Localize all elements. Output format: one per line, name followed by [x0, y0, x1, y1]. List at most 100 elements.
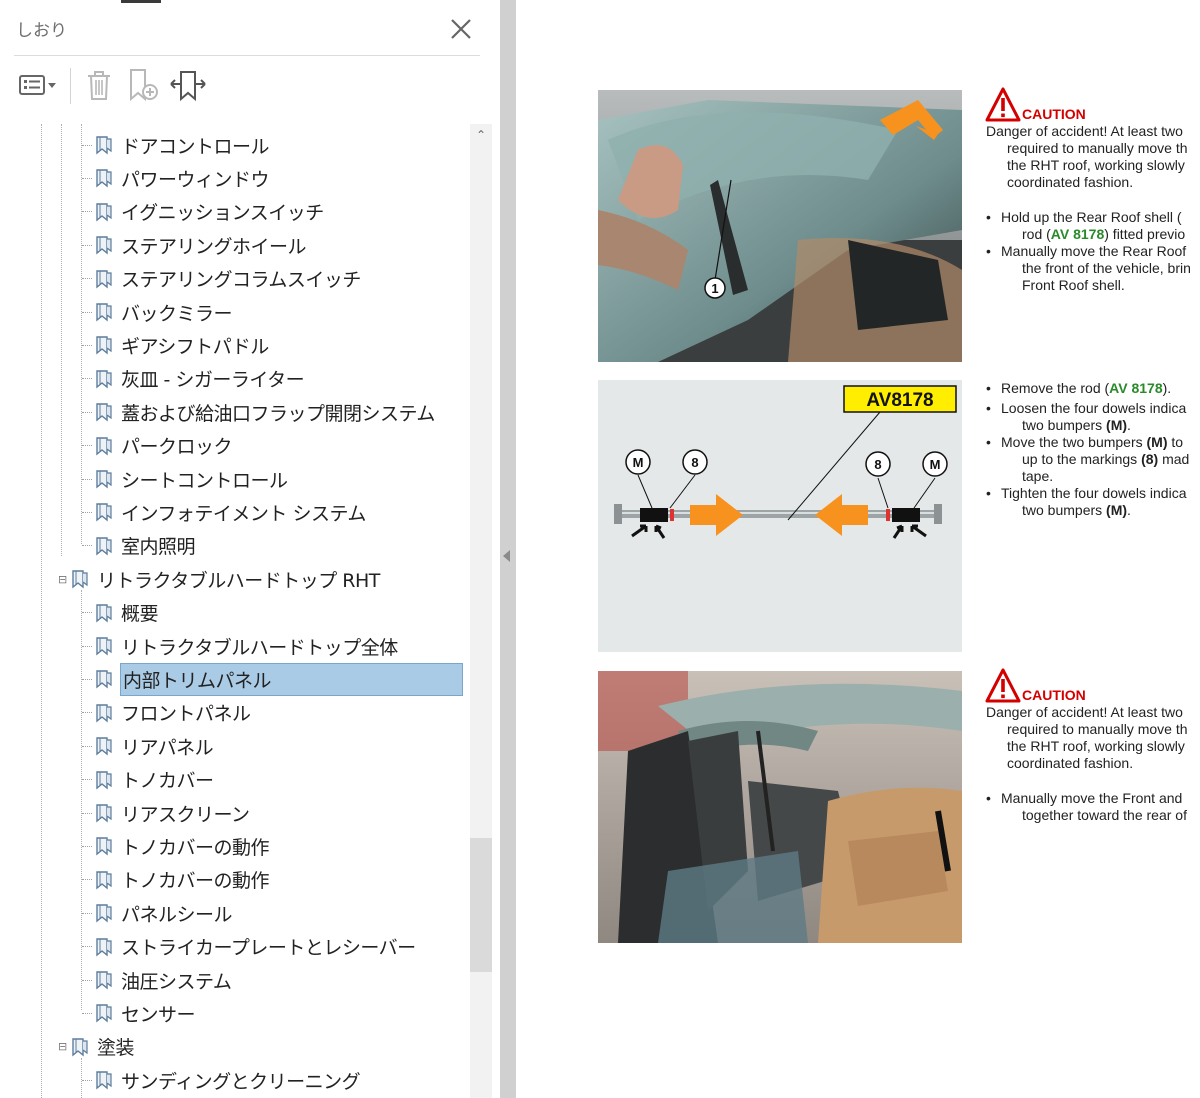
bookmark-label: ストライカープレートとレシーバー: [121, 937, 416, 960]
bookmark-item[interactable]: 蓋および給油口フラップ開閉システム: [82, 397, 462, 427]
tree-connector: [82, 879, 92, 881]
caution-text-line: coordinated fashion.: [1007, 755, 1134, 771]
delete-bookmark-button[interactable]: [82, 66, 116, 104]
photo-marker-m-right: M: [930, 457, 941, 472]
bookmark-item[interactable]: ギアシフトパドル: [82, 330, 462, 360]
bookmark-item[interactable]: リアパネル: [82, 731, 462, 761]
new-bookmark-button[interactable]: [126, 66, 162, 104]
tree-connector: [82, 411, 92, 413]
bookmark-label: リトラクタブルハードトップ全体: [121, 636, 398, 659]
options-menu-button[interactable]: [14, 66, 60, 104]
tree-connector: [82, 211, 92, 213]
tree-connector: [82, 144, 92, 146]
bookmark-label: センサー: [121, 1003, 196, 1026]
bookmark-item[interactable]: リアスクリーン: [82, 798, 462, 828]
bookmark-item[interactable]: ⊟ 塗装: [58, 1032, 438, 1062]
bookmark-item[interactable]: ステアリングコラムスイッチ: [82, 264, 462, 294]
bookmark-item[interactable]: バックミラー: [82, 297, 462, 327]
caution-text-line: required to manually move th: [1007, 721, 1188, 737]
bookmark-item[interactable]: 灰皿 - シガーライター: [82, 364, 462, 394]
collapse-toggle-icon[interactable]: ⊟: [58, 573, 68, 586]
tree-connector: [82, 912, 92, 914]
tree-connector: [82, 311, 92, 313]
panel-tab-indicator: [121, 0, 161, 3]
caution-label: CAUTION: [1022, 106, 1086, 122]
bookmark-item[interactable]: トノカバーの動作: [82, 831, 462, 861]
bookmark-item[interactable]: 油圧システム: [82, 965, 462, 995]
collapse-panel-icon[interactable]: [503, 550, 510, 562]
tree-connector: [82, 612, 92, 614]
bookmark-icon: [70, 569, 90, 589]
bookmark-item[interactable]: 内部トリムパネル: [82, 662, 463, 696]
bookmark-item[interactable]: パークロック: [82, 431, 462, 461]
bookmark-item[interactable]: イグニッションスイッチ: [82, 197, 462, 227]
bookmark-item[interactable]: ⊟ リトラクタブルハードトップ RHT: [58, 564, 438, 594]
bookmark-label: シートコントロール: [121, 469, 288, 492]
expand-bookmark-icon: [170, 71, 206, 102]
tree-guide-line: [41, 124, 42, 1098]
trash-icon: [88, 71, 110, 100]
bookmark-item[interactable]: ストライカープレートとレシーバー: [82, 932, 462, 962]
bookmark-item[interactable]: センサー: [82, 998, 462, 1028]
bookmark-label: パワーウィンドウ: [121, 168, 270, 191]
bookmark-item[interactable]: フロントパネル: [82, 698, 462, 728]
bookmark-label: ステアリングホイール: [121, 235, 307, 258]
bookmark-icon: [94, 436, 114, 456]
bookmark-item[interactable]: 概要: [82, 598, 462, 628]
bookmark-label: リトラクタブルハードトップ RHT: [97, 569, 380, 592]
bookmark-icon: [94, 770, 114, 790]
instruction-bullet: Move the two bumpers (M) to up to the ma…: [986, 434, 1200, 485]
instruction-block-3: CAUTION Danger of accident! At least two…: [985, 668, 1200, 824]
bookmark-label: パネルシール: [121, 903, 233, 926]
tree-connector: [82, 678, 92, 680]
close-icon[interactable]: [446, 14, 476, 44]
caution-text-line: coordinated fashion.: [1007, 174, 1134, 190]
tree-connector: [82, 712, 92, 714]
collapse-toggle-icon[interactable]: ⊟: [58, 1040, 68, 1053]
bookmark-icon: [94, 669, 114, 689]
bookmark-item[interactable]: トノカバーの動作: [82, 865, 462, 895]
caution-text: Danger of accident! At least two: [986, 704, 1183, 720]
tree-connector: [82, 511, 92, 513]
tree-connector: [82, 979, 92, 981]
bookmark-label: バックミラー: [121, 302, 233, 325]
tree-connector: [82, 1012, 92, 1014]
toolbar-separator: [70, 68, 71, 104]
bookmark-label: 内部トリムパネル: [120, 662, 463, 696]
tool-reference: AV 8178: [1050, 226, 1105, 242]
scrollbar-thumb[interactable]: [470, 838, 492, 972]
tree-connector: [82, 645, 92, 647]
bookmark-label: 室内照明: [121, 536, 196, 559]
bookmark-item[interactable]: ステアリングホイール: [82, 230, 462, 260]
tree-connector: [82, 478, 92, 480]
bookmark-item[interactable]: サンディングとクリーニング: [82, 1065, 462, 1095]
bookmark-label: ステアリングコラムスイッチ: [121, 269, 361, 292]
bookmark-icon: [94, 836, 114, 856]
bookmark-item[interactable]: パワーウィンドウ: [82, 163, 462, 193]
bookmark-item[interactable]: トノカバー: [82, 765, 462, 795]
instruction-bullet: Manually move the Rear Roof the front of…: [986, 243, 1200, 294]
bookmark-item[interactable]: 室内照明: [82, 531, 462, 561]
panel-splitter[interactable]: [500, 0, 516, 1098]
document-page: 1 M 8 8 M AV8178 CAUTION Danger of accid…: [516, 0, 1200, 1098]
bookmark-icon: [94, 402, 114, 422]
scroll-up-icon[interactable]: ⌃: [474, 128, 488, 142]
bookmark-item[interactable]: パネルシール: [82, 898, 462, 928]
tree-connector: [82, 378, 92, 380]
bookmark-item[interactable]: ドアコントロール: [82, 130, 462, 160]
bookmark-label: サンディングとクリーニング: [121, 1070, 361, 1093]
bookmark-icon: [94, 135, 114, 155]
bookmark-item[interactable]: シートコントロール: [82, 464, 462, 494]
tree-connector: [82, 1079, 92, 1081]
bookmark-item[interactable]: インフォテイメント システム: [82, 497, 462, 527]
panel-title: しおり: [16, 21, 67, 41]
bookmark-icon: [94, 469, 114, 489]
bookmark-label: 概要: [121, 603, 159, 626]
expand-bookmark-button[interactable]: [168, 66, 208, 104]
bookmark-icon: [94, 502, 114, 522]
bookmark-icon: [94, 803, 114, 823]
tool-reference: AV 8178: [1109, 380, 1163, 396]
photo-marker-8-right: 8: [874, 457, 881, 472]
bookmark-item[interactable]: リトラクタブルハードトップ全体: [82, 631, 462, 661]
bookmark-icon: [94, 937, 114, 957]
